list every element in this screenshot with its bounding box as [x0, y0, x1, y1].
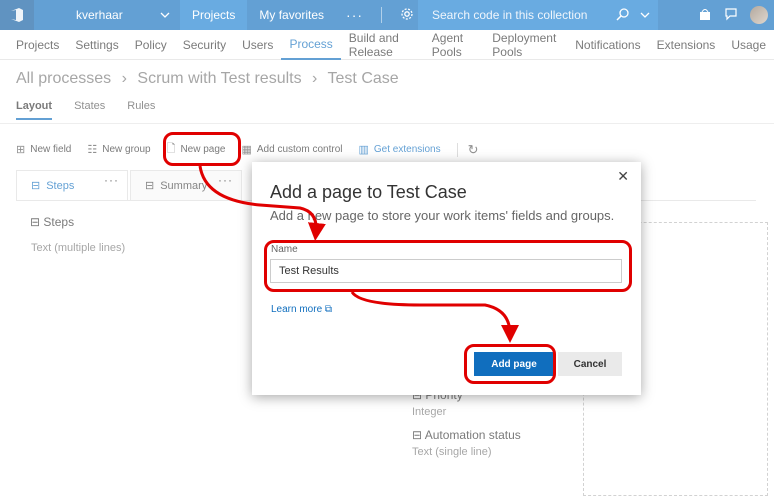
dialog-title: Add a page to Test Case — [270, 182, 467, 202]
learn-more-link[interactable]: Learn more ⧉ — [271, 304, 332, 315]
external-link-icon: ⧉ — [324, 304, 333, 315]
new-page-callout — [163, 132, 241, 166]
close-icon[interactable]: ✕ — [617, 168, 629, 185]
cancel-button[interactable]: Cancel — [558, 352, 622, 376]
add-page-callout — [464, 344, 556, 384]
name-field-callout — [264, 240, 632, 292]
dialog-description: Add a new page to store your work items'… — [270, 208, 615, 223]
learn-more-label: Learn more — [271, 304, 323, 315]
